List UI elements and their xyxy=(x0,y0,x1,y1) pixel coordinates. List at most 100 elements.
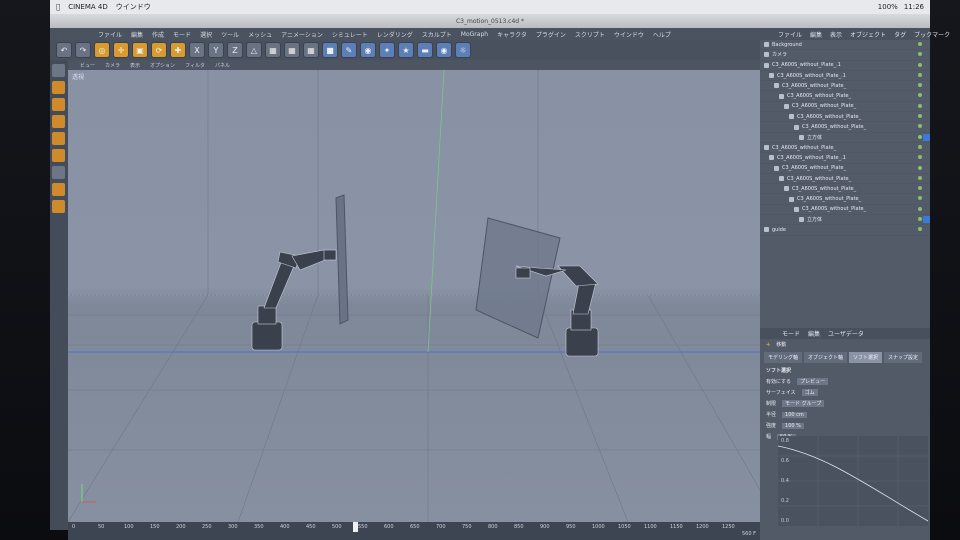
visibility-dot-icon[interactable] xyxy=(918,72,922,77)
object-row[interactable]: C3_A600S_without_Plate_.1 xyxy=(760,71,930,82)
viewport-menu-item-3[interactable]: オプション xyxy=(150,62,175,69)
viewport-menu-item-2[interactable]: 表示 xyxy=(130,62,140,69)
rotate-tool-icon[interactable]: ⟳ xyxy=(151,42,167,58)
polygon-mode-icon[interactable] xyxy=(52,149,65,162)
3d-viewport[interactable]: 透視 xyxy=(68,70,760,522)
deformer-icon[interactable]: ★ xyxy=(398,42,414,58)
subdivision-icon[interactable]: ◉ xyxy=(360,42,376,58)
workplane-icon[interactable] xyxy=(52,200,65,213)
object-menu-item-5[interactable]: ブックマーク xyxy=(914,30,950,39)
menu-item-1[interactable]: 編集 xyxy=(131,30,143,39)
render-view-icon[interactable]: ▦ xyxy=(265,42,281,58)
attribute-menu-item-1[interactable]: 編集 xyxy=(808,329,820,338)
live-selection-icon[interactable]: ◎ xyxy=(94,42,110,58)
recent-tool-icon[interactable]: ✚ xyxy=(170,42,186,58)
attribute-menu-item-2[interactable]: ユーザデータ xyxy=(828,329,864,338)
undo-icon[interactable]: ↶ xyxy=(56,42,72,58)
menu-item-2[interactable]: 作成 xyxy=(152,30,164,39)
viewport-menu-item-1[interactable]: カメラ xyxy=(105,62,120,69)
object-menu-item-3[interactable]: オブジェクト xyxy=(850,30,886,39)
visibility-dot-icon[interactable] xyxy=(918,83,922,88)
attribute-value[interactable]: 100 % xyxy=(782,422,804,429)
visibility-dot-icon[interactable] xyxy=(918,175,922,180)
menu-item-15[interactable]: ウインドウ xyxy=(614,30,644,39)
menu-item-0[interactable]: ファイル xyxy=(98,30,122,39)
visibility-dot-icon[interactable] xyxy=(918,93,922,98)
cube-primitive-icon[interactable]: ■ xyxy=(322,42,338,58)
menu-item-9[interactable]: レンダリング xyxy=(377,30,413,39)
object-row[interactable]: C3_A600S_without_Plate_ xyxy=(760,143,930,154)
object-row[interactable]: C3_A600S_without_Plate_ xyxy=(760,112,930,123)
axis-mode-icon[interactable] xyxy=(52,166,65,179)
coordinate-system-icon[interactable]: △ xyxy=(246,42,262,58)
z-axis-lock-icon[interactable]: Z xyxy=(227,42,243,58)
attribute-value[interactable]: ゴム xyxy=(801,389,818,396)
edge-mode-icon[interactable] xyxy=(52,132,65,145)
x-axis-lock-icon[interactable]: X xyxy=(189,42,205,58)
object-menu-item-4[interactable]: タグ xyxy=(894,30,906,39)
object-row[interactable]: C3_A600S_without_Plate_ xyxy=(760,91,930,102)
point-mode-icon[interactable] xyxy=(52,115,65,128)
visibility-dot-icon[interactable] xyxy=(918,114,922,119)
visibility-dot-icon[interactable] xyxy=(918,217,922,222)
attribute-value[interactable]: プレビュー xyxy=(797,378,829,385)
menu-item-4[interactable]: 選択 xyxy=(200,30,212,39)
left-plate[interactable] xyxy=(335,194,349,325)
menu-item-3[interactable]: モード xyxy=(173,30,191,39)
object-row[interactable]: 立方体 xyxy=(760,215,930,226)
visibility-dot-icon[interactable] xyxy=(918,155,922,160)
object-row[interactable]: 立方体 xyxy=(760,133,930,143)
visibility-dot-icon[interactable] xyxy=(918,134,922,139)
object-row[interactable]: カメラ xyxy=(760,50,930,61)
left-robot-arm[interactable] xyxy=(251,249,337,351)
menu-item-11[interactable]: MoGraph xyxy=(461,31,488,38)
menu-item-8[interactable]: シミュレート xyxy=(332,30,368,39)
mac-menu-window[interactable]: ウインドウ xyxy=(116,2,151,12)
menu-item-7[interactable]: アニメーション xyxy=(281,30,323,39)
array-icon[interactable]: ✦ xyxy=(379,42,395,58)
move-tool-icon[interactable]: ✛ xyxy=(113,42,129,58)
menu-item-10[interactable]: スカルプト xyxy=(422,30,452,39)
menu-item-14[interactable]: スクリプト xyxy=(575,30,605,39)
visibility-dot-icon[interactable] xyxy=(918,42,922,46)
visibility-dot-icon[interactable] xyxy=(918,196,922,201)
object-menu-item-1[interactable]: 編集 xyxy=(810,30,822,39)
menu-item-12[interactable]: キャラクタ xyxy=(497,30,527,39)
redo-icon[interactable]: ↷ xyxy=(75,42,91,58)
render-settings-icon[interactable]: ▦ xyxy=(303,42,319,58)
visibility-dot-icon[interactable] xyxy=(918,52,922,57)
attribute-tab-2[interactable]: ソフト選択 xyxy=(849,352,883,363)
mac-app-name[interactable]: CINEMA 4D xyxy=(68,3,108,11)
object-menu-item-0[interactable]: ファイル xyxy=(778,30,802,39)
visibility-dot-icon[interactable] xyxy=(918,62,922,67)
object-row[interactable]: C3_A600S_without_Plate_ xyxy=(760,102,930,113)
object-row[interactable]: C3_A600S_without_Plate_ xyxy=(760,184,930,195)
attribute-tab-1[interactable]: オブジェクト軸 xyxy=(804,352,848,363)
attribute-tab-0[interactable]: モデリング軸 xyxy=(764,352,803,363)
material-tag-icon[interactable] xyxy=(923,133,930,141)
visibility-dot-icon[interactable] xyxy=(918,186,922,191)
snap-icon[interactable] xyxy=(52,183,65,196)
texture-mode-icon[interactable] xyxy=(52,98,65,111)
menu-item-13[interactable]: プラグイン xyxy=(536,30,566,39)
attribute-value[interactable]: モード グループ xyxy=(782,400,825,407)
visibility-dot-icon[interactable] xyxy=(918,103,922,108)
menu-item-16[interactable]: ヘルプ xyxy=(653,30,671,39)
animation-timeline[interactable]: 0 50 100 150 200 250 300 350 400 450 500 550 600 650 7… xyxy=(68,522,760,540)
camera-icon[interactable]: ◉ xyxy=(436,42,452,58)
object-row[interactable]: C3_A600S_without_Plate_.1 xyxy=(760,153,930,164)
menu-item-5[interactable]: ツール xyxy=(221,30,239,39)
light-icon[interactable]: ☼ xyxy=(455,42,471,58)
object-row[interactable]: C3_A600S_without_Plate_ xyxy=(760,205,930,216)
timeline-playhead[interactable] xyxy=(353,522,358,532)
model-mode-icon[interactable] xyxy=(52,81,65,94)
viewport-menu-item-5[interactable]: パネル xyxy=(215,62,230,69)
object-row[interactable]: C3_A600S_without_Plate_.1 xyxy=(760,61,930,71)
object-row[interactable]: Background xyxy=(760,40,930,51)
object-row[interactable]: C3_A600S_without_Plate_ xyxy=(760,174,930,185)
visibility-dot-icon[interactable] xyxy=(918,206,922,211)
pen-spline-icon[interactable]: ✎ xyxy=(341,42,357,58)
object-row[interactable]: C3_A600S_without_Plate_ xyxy=(760,194,930,205)
visibility-dot-icon[interactable] xyxy=(918,124,922,129)
falloff-graph[interactable]: 0.8 0.6 0.4 0.2 0.0 xyxy=(778,436,928,526)
